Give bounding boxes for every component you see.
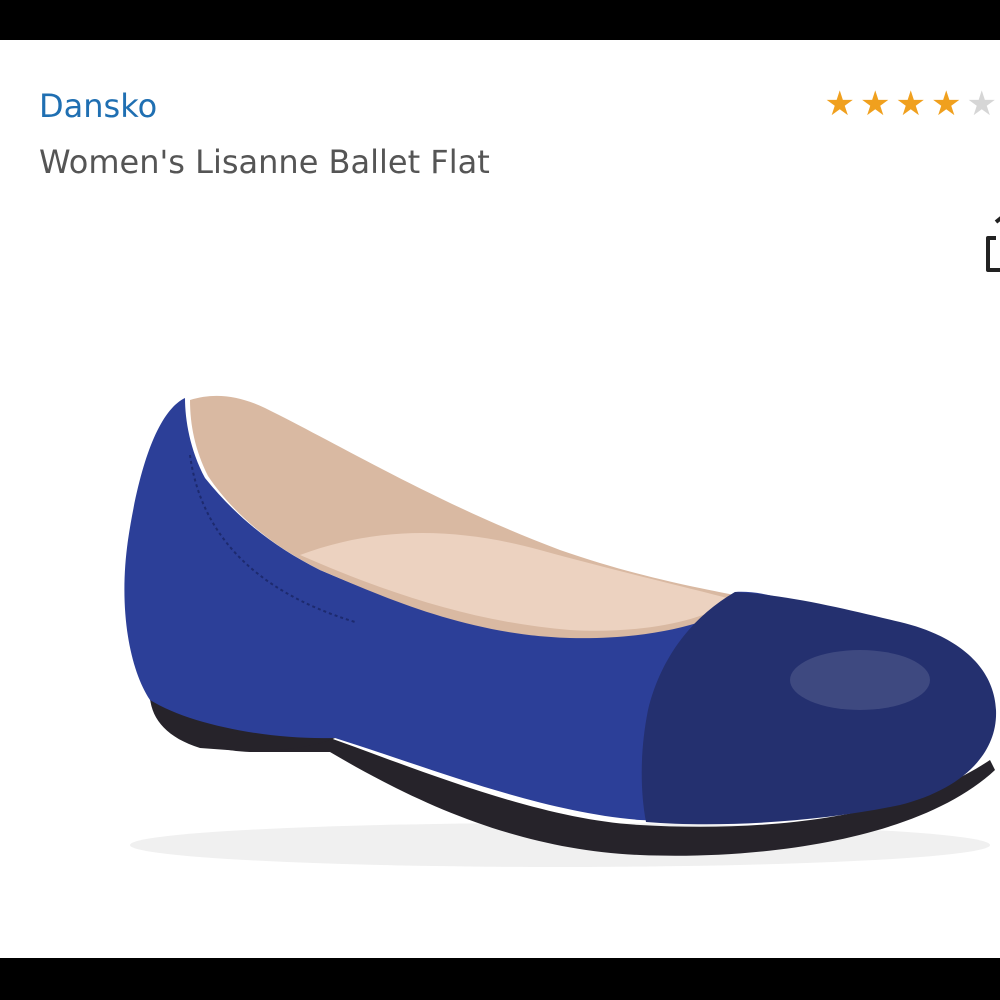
product-screen: Dansko Women's Lisanne Ballet Flat ★ ★ ★ ★ ★: [0, 0, 1000, 1000]
star-icon: ★: [895, 84, 926, 124]
share-icon[interactable]: [980, 212, 1000, 274]
brand-link[interactable]: Dansko: [39, 86, 157, 126]
top-letterbox-bar: [0, 0, 1000, 40]
toe-cap-highlight: [790, 650, 930, 710]
product-title: Women's Lisanne Ballet Flat: [39, 143, 490, 181]
star-icon: ★: [966, 84, 997, 124]
star-icon: ★: [860, 84, 891, 124]
product-image: [0, 300, 1000, 920]
star-rating[interactable]: ★ ★ ★ ★ ★: [822, 84, 1000, 124]
star-icon: ★: [931, 84, 962, 124]
star-icon: ★: [824, 84, 855, 124]
bottom-letterbox-bar: [0, 958, 1000, 1000]
